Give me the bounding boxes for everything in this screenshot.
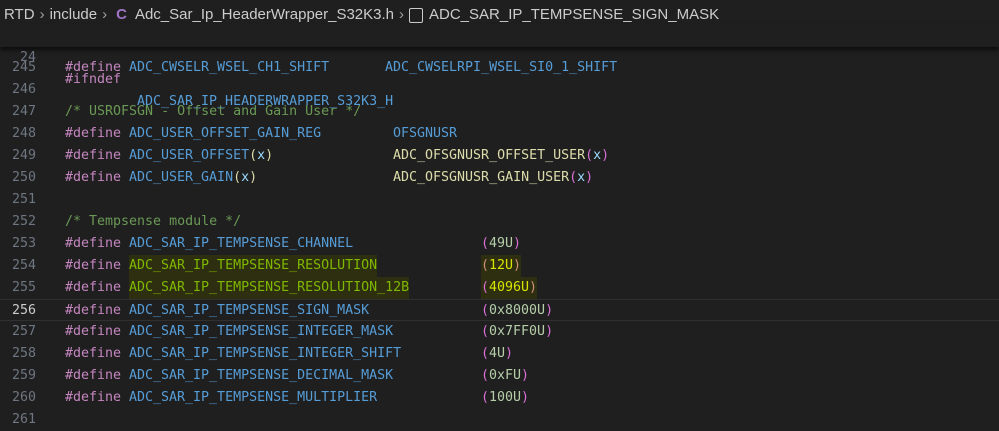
comment: /* Tempsense module */ [65, 214, 242, 229]
code-line[interactable]: 248 #define ADC_USER_OFFSET_GAIN_REG OFSGNU… [0, 123, 999, 145]
line-number: 250 [11, 170, 36, 185]
keyword: #define [65, 236, 122, 251]
breadcrumb-include[interactable]: include [50, 6, 98, 23]
breadcrumb: RTD › include › C Adc_Sar_Ip_HeaderWrapper_… [0, 0, 999, 28]
macro-value: ADC_CWSELRPI_WSEL_SI0_1_SHIFT [385, 60, 618, 75]
macro-value: (4096U) [481, 277, 538, 299]
code-line[interactable]: 257 #define ADC_SAR_IP_TEMPSENSE_INTEGER_M… [0, 321, 999, 343]
macro-value: ADC_OFSGNUSR_OFFSET_USER(x) [393, 148, 610, 163]
macro-value: (4U) [481, 346, 514, 361]
macro-name: ADC_SAR_IP_TEMPSENSE_SIGN_MASK [129, 303, 370, 318]
macro-name: ADC_SAR_IP_TEMPSENSE_DECIMAL_MASK [129, 368, 394, 383]
macro-value: (0xFU) [481, 368, 530, 383]
breadcrumb-symbol[interactable]: ADC_SAR_IP_TEMPSENSE_SIGN_MASK [429, 6, 719, 23]
macro-value: OFSGNUSR [393, 126, 458, 141]
keyword: #ifndef [65, 72, 122, 87]
line-number: 24 [19, 50, 36, 65]
breadcrumb-rtd[interactable]: RTD [4, 6, 35, 23]
macro-name: ADC_SAR_IP_TEMPSENSE_INTEGER_SHIFT [129, 346, 402, 361]
code-line[interactable]: 255 #define ADC_SAR_IP_TEMPSENSE_RESOLUTIO… [0, 277, 999, 299]
code-line[interactable]: 252 /* Tempsense module */ [0, 211, 999, 233]
keyword: #define [65, 346, 122, 361]
macro-name: ADC_USER_OFFSET_GAIN_REG [129, 126, 322, 141]
macro-value: (12U) [481, 255, 522, 277]
line-number: 254 [11, 258, 36, 273]
code-line[interactable]: 251 [0, 189, 999, 211]
line-number: 251 [11, 192, 36, 207]
macro-name: ADC_SAR_IP_HEADERWRAPPER_S32K3_H [137, 94, 394, 109]
macro-name: ADC_CWSELR_WSEL_CH1_SHIFT [129, 60, 330, 75]
line-number: 259 [11, 368, 36, 383]
line-number: 248 [11, 126, 36, 141]
chevron-right-icon: › [39, 5, 45, 23]
macro-name: ADC_USER_OFFSET(x) [129, 148, 274, 163]
macro-name: ADC_SAR_IP_TEMPSENSE_INTEGER_MASK [129, 324, 394, 339]
keyword: #define [65, 126, 122, 141]
line-number: 249 [11, 148, 36, 163]
macro-value: (0x7FF0U) [481, 324, 554, 339]
chevron-right-icon: › [102, 5, 108, 23]
macro-value: (0x8000U) [481, 303, 554, 318]
macro-name: ADC_SAR_IP_TEMPSENSE_RESOLUTION_12B [129, 277, 410, 299]
code-line[interactable]: 249 #define ADC_USER_OFFSET(x) ADC_OFSGNUSR… [0, 145, 999, 167]
code-line[interactable]: 258 #define ADC_SAR_IP_TEMPSENSE_INTEGER_S… [0, 343, 999, 365]
keyword: #define [65, 390, 122, 405]
macro-value: (100U) [481, 390, 530, 405]
macro-name: ADC_SAR_IP_TEMPSENSE_RESOLUTION [129, 255, 378, 277]
macro-value: ADC_OFSGNUSR_GAIN_USER(x) [393, 170, 594, 185]
code-line[interactable]: 254 #define ADC_SAR_IP_TEMPSENSE_RESOLUTIO… [0, 255, 999, 277]
chevron-right-icon: › [399, 5, 405, 23]
symbol-constant-icon [409, 7, 424, 23]
macro-value: (49U) [481, 236, 522, 251]
code-line[interactable]: 256 #define ADC_SAR_IP_TEMPSENSE_SIGN_MASK… [0, 299, 999, 321]
line-number: 255 [11, 280, 36, 295]
sticky-scroll-line[interactable]: 24 #ifndef ADC_SAR_IP_HEADERWRAPPER_S32K… [0, 25, 999, 109]
keyword: #define [65, 258, 122, 273]
keyword: #define [65, 303, 122, 318]
line-number: 260 [11, 390, 36, 405]
keyword: #define [65, 280, 122, 295]
line-number: 261 [11, 412, 36, 427]
line-number: 257 [11, 324, 36, 339]
line-number: 258 [11, 346, 36, 361]
keyword: #define [65, 368, 122, 383]
code-line[interactable]: 260 #define ADC_SAR_IP_TEMPSENSE_MULTIPLIE… [0, 387, 999, 409]
code-line[interactable]: 245 #define ADC_CWSELR_WSEL_CH1_SHIFT ADC_C… [0, 57, 999, 79]
keyword: #define [65, 324, 122, 339]
keyword: #define [65, 148, 122, 163]
macro-name: ADC_SAR_IP_TEMPSENSE_MULTIPLIER [129, 390, 378, 405]
code-line[interactable]: 259 #define ADC_SAR_IP_TEMPSENSE_DECIMAL_M… [0, 365, 999, 387]
line-number: 252 [11, 214, 36, 229]
c-file-icon: C [116, 5, 127, 23]
code-line[interactable]: 250 #define ADC_USER_GAIN(x) ADC_OFSGNUSR_G… [0, 167, 999, 189]
macro-name: ADC_SAR_IP_TEMPSENSE_CHANNEL [129, 236, 354, 251]
line-number: 256 [11, 303, 36, 318]
code-line[interactable]: 261 [0, 409, 999, 431]
keyword: #define [65, 170, 122, 185]
macro-name: ADC_USER_GAIN(x) [129, 170, 258, 185]
breadcrumb-file[interactable]: Adc_Sar_Ip_HeaderWrapper_S32K3.h [135, 6, 394, 23]
code-line[interactable]: 253 #define ADC_SAR_IP_TEMPSENSE_CHANNEL (4… [0, 233, 999, 255]
line-number: 253 [11, 236, 36, 251]
